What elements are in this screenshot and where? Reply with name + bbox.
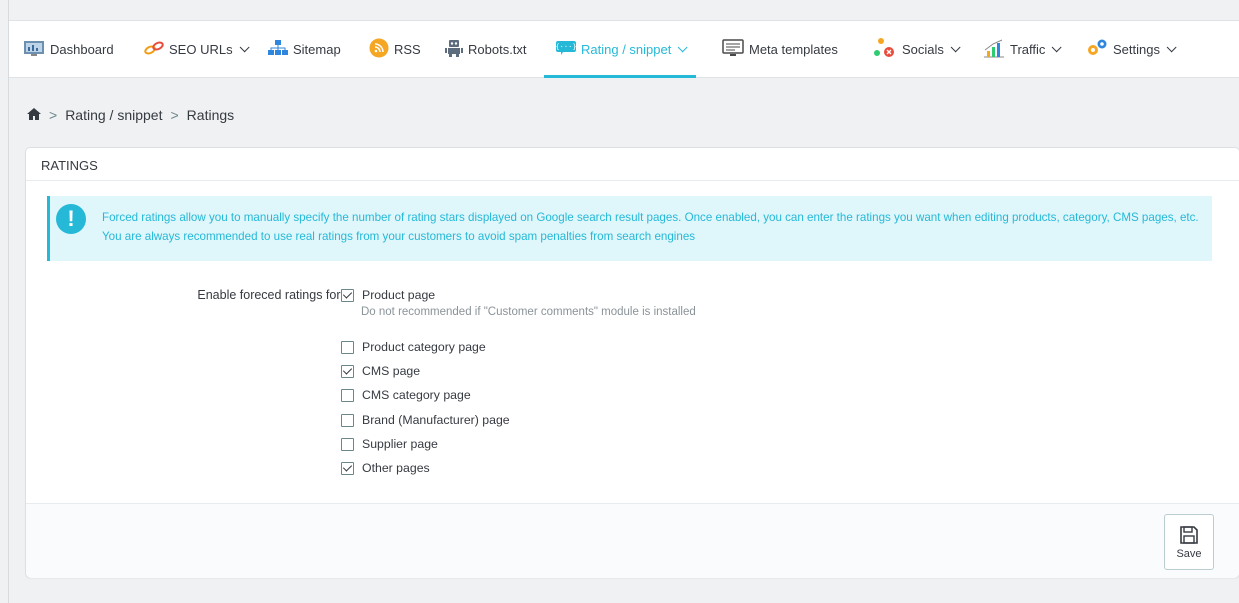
chevron-down-icon	[678, 41, 688, 52]
checkbox[interactable]	[341, 340, 354, 354]
checkbox[interactable]	[341, 413, 354, 427]
tab-label: Settings	[1113, 41, 1160, 57]
home-icon[interactable]	[27, 107, 41, 123]
option-brand-page[interactable]: Brand (Manufacturer) page	[341, 413, 510, 427]
svg-text:{···}: {···}	[556, 43, 576, 51]
share-icon	[873, 37, 897, 62]
option-label: Brand (Manufacturer) page	[362, 413, 510, 427]
sitemap-icon	[268, 39, 288, 59]
save-icon	[1179, 525, 1199, 548]
tab-socials[interactable]: Socials	[873, 21, 961, 77]
tab-dashboard[interactable]: Dashboard	[23, 21, 114, 77]
tab-label: Meta templates	[749, 41, 838, 57]
tab-label: RSS	[394, 41, 421, 57]
ratings-panel: RATINGS ! Forced ratings allow you to ma…	[25, 147, 1239, 578]
option-product-page[interactable]: Product page	[341, 288, 435, 302]
option-label: Supplier page	[362, 437, 438, 451]
option-label: Other pages	[362, 461, 430, 475]
top-navigation: Dashboard SEO URLs Sitemap RSS Robots.tx…	[9, 20, 1239, 78]
option-product-category-page[interactable]: Product category page	[341, 340, 486, 354]
tab-robots[interactable]: Robots.txt	[445, 21, 527, 77]
tab-seo-urls[interactable]: SEO URLs	[144, 21, 250, 77]
product-page-hint: Do not recommended if "Customer comments…	[361, 306, 696, 318]
option-label: Product category page	[362, 340, 486, 354]
rss-icon	[369, 38, 389, 61]
tab-settings[interactable]: Settings	[1086, 21, 1177, 77]
chevron-down-icon	[1166, 41, 1177, 52]
option-cms-page[interactable]: CMS page	[341, 364, 420, 378]
dashboard-icon	[23, 39, 45, 60]
app-frame: Dashboard SEO URLs Sitemap RSS Robots.tx…	[8, 0, 1239, 603]
tab-label: Traffic	[1010, 41, 1046, 57]
tab-rss[interactable]: RSS	[369, 21, 421, 77]
option-supplier-page[interactable]: Supplier page	[341, 437, 438, 451]
chevron-down-icon	[1052, 41, 1062, 52]
breadcrumb-item[interactable]: Rating / snippet	[65, 107, 162, 123]
gears-icon	[1086, 38, 1108, 61]
option-other-pages[interactable]: Other pages	[341, 461, 430, 475]
panel-footer	[26, 503, 1239, 578]
divider	[26, 180, 1239, 181]
option-label: CMS category page	[362, 388, 471, 402]
robot-icon	[445, 38, 463, 61]
save-label: Save	[1176, 547, 1202, 560]
tab-rating-snippet[interactable]: {···} Rating / snippet	[544, 21, 697, 78]
traffic-chart-icon	[983, 38, 1005, 61]
alert-message: Forced ratings allow you to manually spe…	[102, 211, 1199, 243]
checkbox[interactable]	[341, 461, 354, 475]
exclamation-icon: !	[56, 204, 86, 234]
breadcrumb: > Rating / snippet > Ratings	[27, 107, 234, 123]
option-label: CMS page	[362, 364, 421, 378]
tab-label: Robots.txt	[468, 41, 527, 57]
breadcrumb-item-current: Ratings	[186, 107, 235, 123]
link-icon	[144, 41, 164, 58]
tab-label: SEO URLs	[169, 41, 233, 57]
save-button[interactable]: Save	[1164, 514, 1214, 570]
option-cms-category-page[interactable]: CMS category page	[341, 388, 471, 402]
breadcrumb-separator: >	[49, 107, 58, 123]
tab-label: Sitemap	[293, 41, 341, 57]
tab-sitemap[interactable]: Sitemap	[268, 21, 341, 77]
checkbox[interactable]	[341, 288, 354, 302]
field-label: Enable foreced ratings for:	[197, 288, 344, 302]
tab-label: Dashboard	[50, 41, 114, 57]
checkbox[interactable]	[341, 364, 354, 378]
info-alert: ! Forced ratings allow you to manually s…	[47, 196, 1212, 261]
option-label: Product page	[362, 288, 436, 302]
checkbox[interactable]	[341, 388, 354, 402]
tab-traffic[interactable]: Traffic	[983, 21, 1062, 77]
snippet-icon: {···}	[555, 40, 577, 58]
tab-label: Socials	[902, 41, 944, 57]
chevron-down-icon	[239, 41, 250, 52]
checkbox[interactable]	[341, 437, 354, 451]
tab-meta-templates[interactable]: Meta templates	[722, 21, 838, 77]
monitor-icon	[722, 38, 744, 60]
breadcrumb-separator: >	[170, 107, 179, 123]
chevron-down-icon	[950, 41, 961, 52]
panel-title: RATINGS	[41, 158, 98, 173]
tab-label: Rating / snippet	[581, 41, 672, 57]
